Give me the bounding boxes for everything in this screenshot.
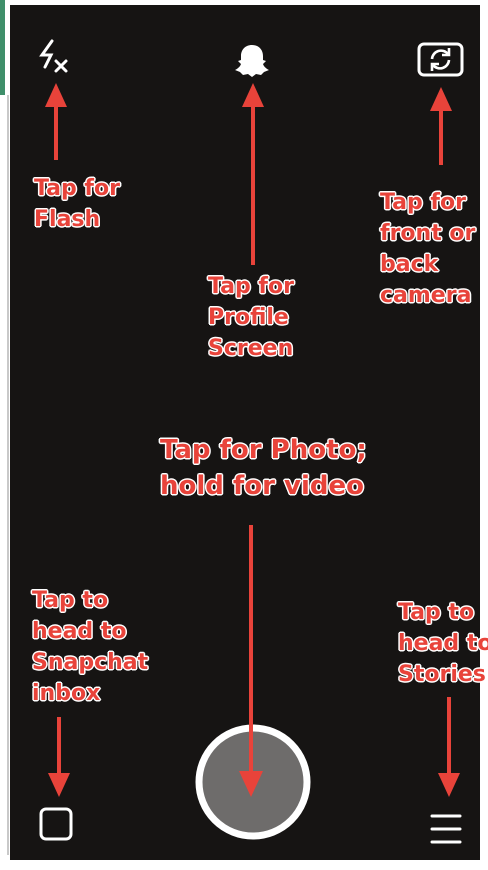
annotation-inbox: Tap to head to Snapchat inbox	[32, 588, 149, 706]
annotation-flip-camera: Tap for front or back camera	[380, 190, 476, 308]
camera-viewfinder: Tap for Flash Tap for Profile Screen Tap…	[10, 5, 488, 860]
annotation-shutter: Tap for Photo; hold for video	[160, 435, 367, 501]
annotation-stories: Tap to head to Stories	[398, 600, 488, 687]
background-edge-line	[7, 95, 9, 855]
annotation-flash: Tap for Flash	[34, 176, 120, 232]
screenshot: Tap for Flash Tap for Profile Screen Tap…	[0, 0, 488, 870]
background-edge-strip	[0, 0, 5, 95]
annotation-profile: Tap for Profile Screen	[208, 274, 294, 361]
